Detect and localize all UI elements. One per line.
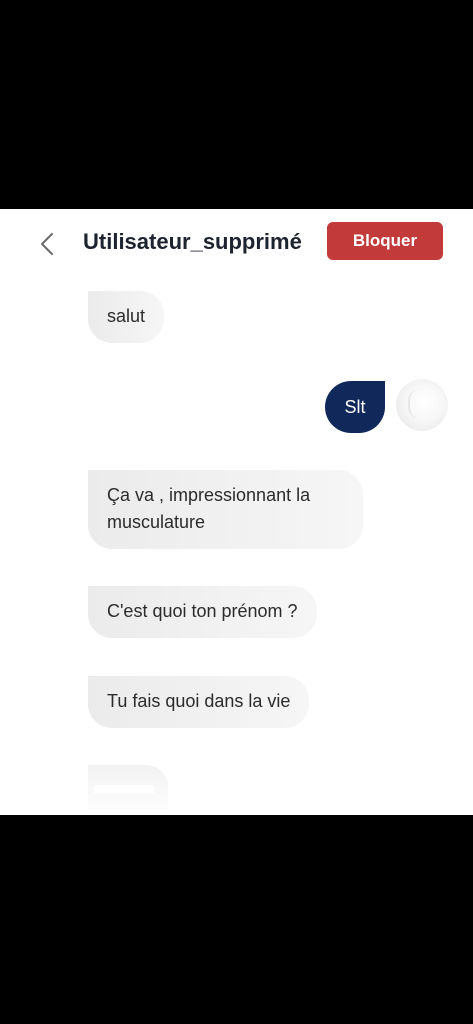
message-bubble-incoming: Ça va , impressionnant la musculature — [88, 470, 363, 549]
message-bubble-incoming: Tu fais quoi dans la vie — [88, 676, 310, 728]
message-bubble-incoming: C'est quoi ton prénom ? — [88, 586, 317, 638]
avatar[interactable] — [396, 379, 448, 431]
chat-header: Utilisateur_supprimé Bloquer — [0, 209, 473, 275]
message-bubble-incoming: salut — [88, 291, 165, 343]
phone-screen: Utilisateur_supprimé Bloquer salut Slt Ç… — [0, 0, 473, 1024]
letterbox-top — [0, 0, 473, 209]
chat-screen: Utilisateur_supprimé Bloquer salut Slt Ç… — [0, 209, 473, 815]
letterbox-bottom — [0, 815, 473, 1024]
message-bubble-outgoing: Slt — [325, 381, 385, 433]
page-title: Utilisateur_supprimé — [83, 229, 302, 254]
chevron-left-icon — [41, 233, 53, 255]
block-button[interactable]: Bloquer — [327, 222, 443, 260]
image-message[interactable] — [88, 765, 168, 815]
back-button[interactable] — [32, 229, 62, 259]
